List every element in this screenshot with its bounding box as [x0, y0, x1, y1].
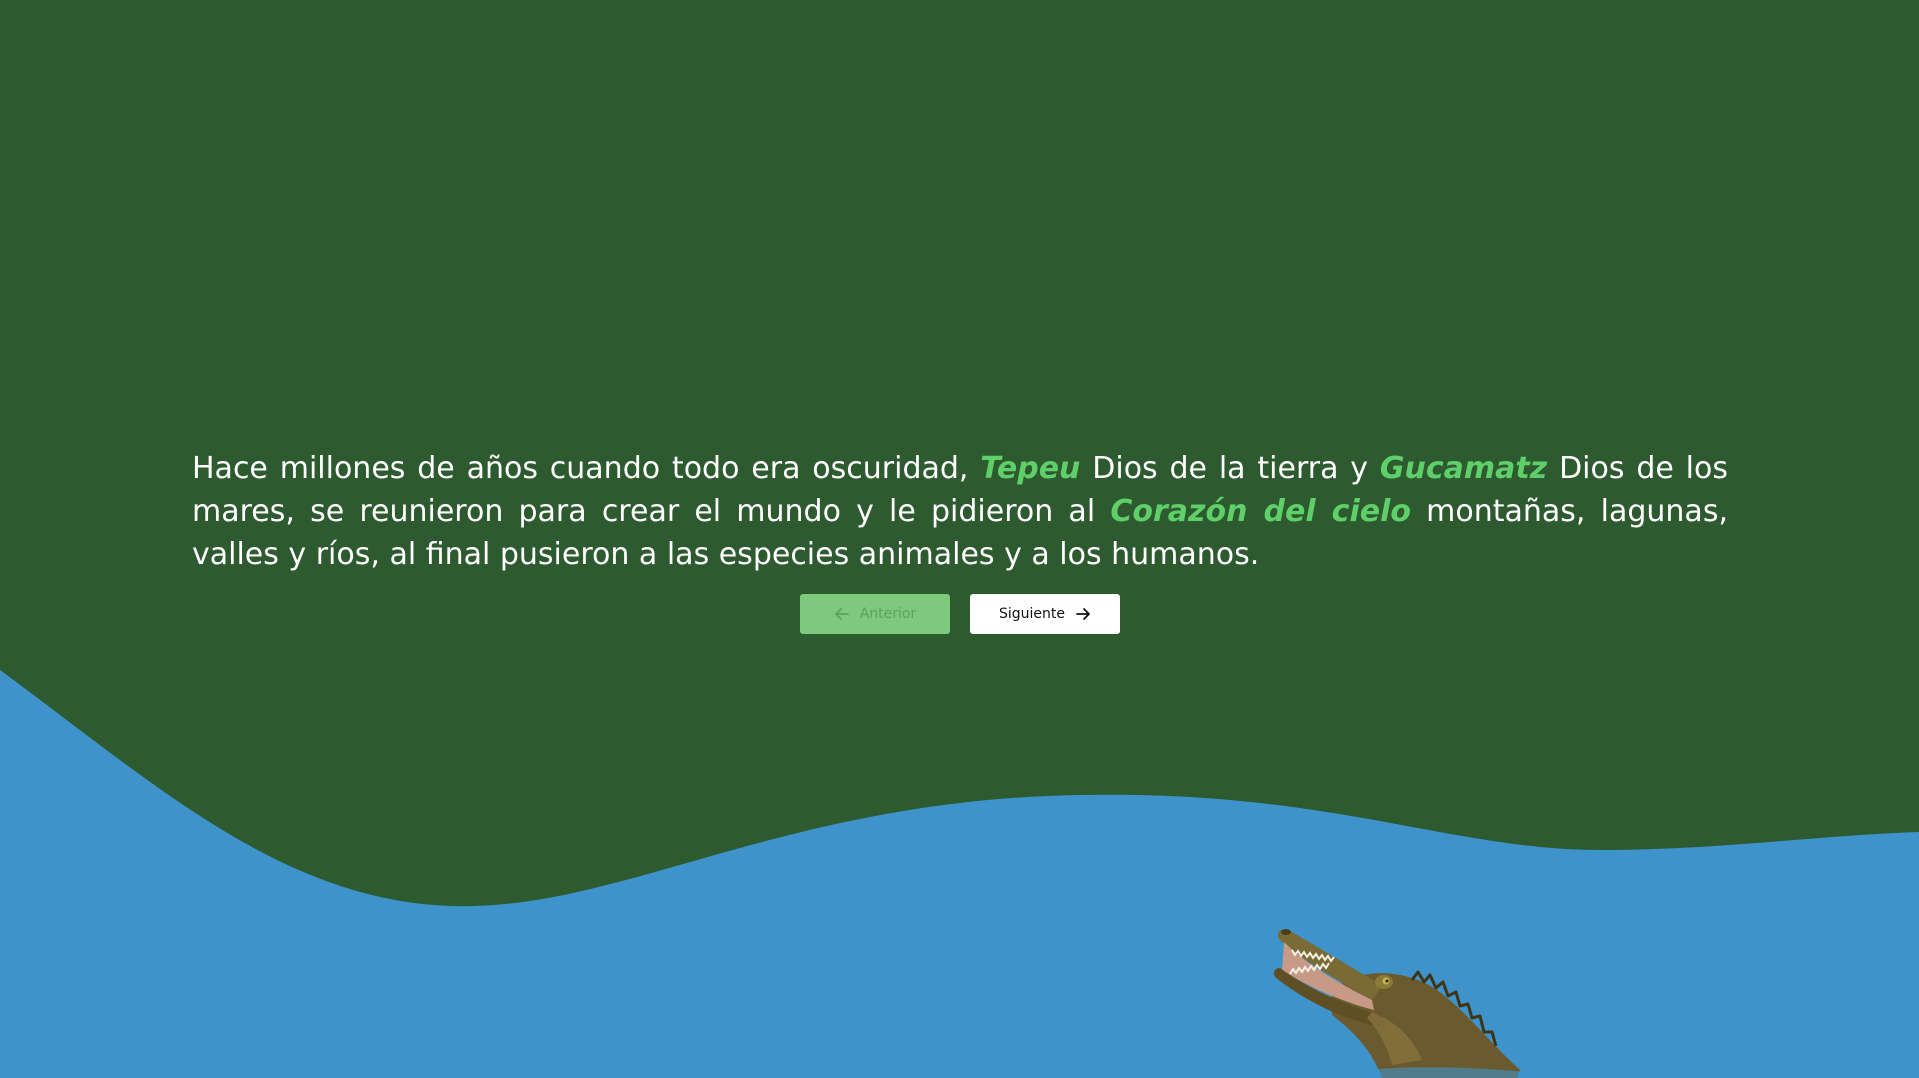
- arrow-right-icon: [1075, 606, 1091, 622]
- god-name-tepeu: Tepeu: [980, 451, 1081, 486]
- next-button-label: Siguiente: [998, 606, 1065, 622]
- previous-button[interactable]: Anterior: [800, 594, 950, 634]
- previous-button-label: Anterior: [859, 606, 917, 622]
- god-name-gucamatz: Gucamatz: [1379, 451, 1548, 486]
- arrow-left-icon: [834, 606, 850, 622]
- story-navigation: Anterior Siguiente: [800, 594, 1120, 634]
- story-text: Hace millones de años cuando todo era os…: [192, 451, 1728, 572]
- god-name-corazon-del-cielo: Corazón del cielo: [1110, 494, 1411, 529]
- next-button[interactable]: Siguiente: [970, 594, 1120, 634]
- story-page: Hace millones de años cuando todo era os…: [0, 0, 1919, 1078]
- crocodile-illustration: [1273, 929, 1527, 1078]
